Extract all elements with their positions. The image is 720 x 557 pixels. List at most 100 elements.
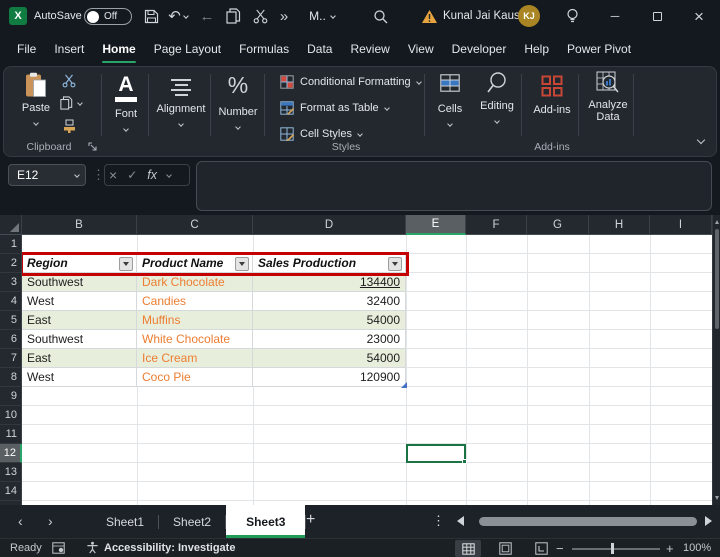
column-header-C[interactable]: C [137, 215, 253, 235]
maximize-button[interactable] [640, 0, 674, 32]
cell-sales[interactable]: 32400 [253, 292, 406, 311]
tab-insert[interactable]: Insert [45, 32, 93, 66]
sheet-tab-sheet1[interactable]: Sheet1 [92, 505, 158, 538]
cell-region[interactable]: East [22, 349, 137, 368]
collapse-ribbon-chevron-icon[interactable] [697, 136, 705, 144]
excel-app-icon[interactable]: X [9, 7, 27, 25]
column-header-B[interactable]: B [22, 215, 137, 235]
zoom-level[interactable]: 100% [683, 542, 711, 554]
save-button[interactable] [139, 0, 163, 32]
cell-product[interactable]: White Chocolate [137, 330, 253, 349]
format-painter-button[interactable] [62, 119, 77, 137]
next-sheet-arrow-icon[interactable]: › [48, 513, 53, 529]
tab-power-pivot[interactable]: Power Pivot [558, 32, 640, 66]
row-header-8[interactable]: 8 [0, 368, 22, 387]
row-header-12[interactable]: 12 [0, 444, 22, 463]
column-header-G[interactable]: G [527, 215, 589, 235]
table-resize-corner-icon[interactable] [401, 382, 407, 388]
cut-button[interactable] [248, 0, 272, 32]
tab-bar-menu-button[interactable]: ⋮ [432, 513, 445, 529]
column-header-E[interactable]: E [406, 215, 466, 235]
column-header-D[interactable]: D [253, 215, 406, 235]
horizontal-scroll-thumb[interactable] [479, 517, 697, 526]
row-header-3[interactable]: 3 [0, 273, 22, 292]
cancel-icon[interactable]: × [109, 167, 117, 183]
copy-button[interactable] [221, 0, 245, 32]
normal-view-button[interactable] [455, 540, 481, 557]
conditional-formatting-button[interactable]: Conditional Formatting [280, 75, 421, 89]
cells-group-button[interactable]: Cells [428, 74, 472, 129]
tab-review[interactable]: Review [341, 32, 398, 66]
accessibility-status[interactable]: Accessibility: Investigate [86, 541, 235, 554]
analyze-data-button[interactable]: Analyze Data [582, 71, 634, 123]
sheet-tab-sheet2[interactable]: Sheet2 [159, 505, 225, 538]
row-header-10[interactable]: 10 [0, 406, 22, 425]
row-header-2[interactable]: 2 [0, 254, 22, 273]
column-header-F[interactable]: F [466, 215, 527, 235]
addins-button[interactable]: Add-ins [526, 75, 578, 116]
zoom-in-button[interactable]: + [666, 541, 674, 556]
cell-region[interactable]: West [22, 368, 137, 387]
row-header-5[interactable]: 5 [0, 311, 22, 330]
cell-sales[interactable]: 120900 [253, 368, 406, 387]
column-header-H[interactable]: H [589, 215, 650, 235]
horizontal-scrollbar[interactable] [475, 517, 699, 527]
scroll-up-arrow-icon[interactable] [715, 220, 719, 224]
filter-dropdown-button[interactable] [235, 257, 249, 271]
header-cell-sales-production[interactable]: Sales Production [253, 254, 406, 273]
enter-check-icon[interactable]: ✓ [127, 168, 137, 182]
row-header-14[interactable]: 14 [0, 482, 22, 501]
row-header-1[interactable]: 1 [0, 235, 22, 254]
cell-region[interactable]: East [22, 311, 137, 330]
more-commands-button[interactable]: » [274, 0, 294, 32]
name-box[interactable]: E12 [8, 164, 86, 186]
formula-bar-input[interactable] [196, 161, 712, 211]
undo-button[interactable]: ↶ [164, 0, 192, 32]
row-header-6[interactable]: 6 [0, 330, 22, 349]
row-header-9[interactable]: 9 [0, 387, 22, 406]
cell-region[interactable]: West [22, 292, 137, 311]
vertical-scrollbar[interactable] [712, 215, 720, 505]
editing-group-button[interactable]: Editing [474, 71, 520, 126]
insert-function-icon[interactable]: fx [147, 168, 157, 182]
cells-area[interactable]: Region Product Name Sales Production Sou… [22, 235, 712, 505]
page-break-preview-button[interactable] [528, 540, 554, 557]
hscroll-left-arrow-icon[interactable] [457, 516, 464, 526]
row-header-7[interactable]: 7 [0, 349, 22, 368]
tab-data[interactable]: Data [298, 32, 341, 66]
scroll-down-arrow-icon[interactable] [715, 496, 719, 500]
tab-home[interactable]: Home [93, 32, 144, 66]
minimize-button[interactable]: ─ [598, 0, 632, 32]
tab-file[interactable]: File [8, 32, 45, 66]
macro-record-button[interactable] [52, 542, 65, 557]
zoom-slider-thumb[interactable] [611, 543, 614, 554]
close-button[interactable]: × [682, 0, 716, 32]
page-layout-view-button[interactable] [492, 540, 518, 557]
header-cell-region[interactable]: Region [22, 254, 137, 273]
number-group-button[interactable]: % Number [214, 74, 262, 132]
cell-region[interactable]: Southwest [22, 330, 137, 349]
prev-sheet-arrow-icon[interactable]: ‹ [18, 513, 23, 529]
filter-dropdown-button[interactable] [119, 257, 133, 271]
cell-sales[interactable]: 54000 [253, 311, 406, 330]
cell-sales[interactable]: 134400 [253, 273, 406, 292]
cell-sales[interactable]: 54000 [253, 349, 406, 368]
tell-me-button[interactable] [560, 0, 584, 32]
row-header-13[interactable]: 13 [0, 463, 22, 482]
header-cell-product-name[interactable]: Product Name [137, 254, 253, 273]
tab-developer[interactable]: Developer [443, 32, 516, 66]
zoom-out-button[interactable]: − [556, 541, 564, 556]
row-header-11[interactable]: 11 [0, 425, 22, 444]
format-as-table-button[interactable]: Format as Table [280, 101, 389, 115]
cell-product[interactable]: Ice Cream [137, 349, 253, 368]
cell-product[interactable]: Dark Chocolate [137, 273, 253, 292]
fill-handle[interactable] [462, 459, 467, 464]
paste-button[interactable]: Paste [16, 72, 56, 128]
cut-ribbon-button[interactable] [62, 74, 76, 91]
tab-formulas[interactable]: Formulas [230, 32, 298, 66]
autosave-toggle[interactable]: Off [84, 8, 132, 25]
filter-dropdown-button[interactable] [388, 257, 402, 271]
cell-product[interactable]: Coco Pie [137, 368, 253, 387]
clipboard-dialog-launcher[interactable] [88, 141, 98, 155]
tab-page-layout[interactable]: Page Layout [145, 32, 230, 66]
